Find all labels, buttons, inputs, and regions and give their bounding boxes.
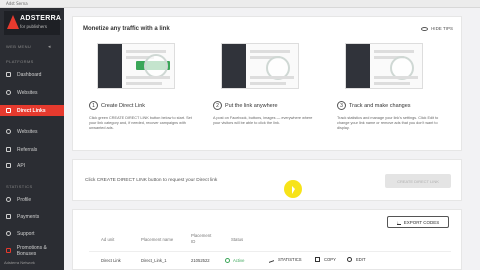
sidebar-item-label: Dashboard [17, 71, 42, 78]
sidebar-item-support[interactable]: Support [0, 228, 64, 239]
column-header-placement-id[interactable]: Placement ID [191, 233, 213, 244]
sidebar-item-label: Direct Links [17, 107, 46, 114]
tip-step-3: 3 Track and make changes Track statistic… [337, 43, 449, 131]
step-description: Track statistics and manage your link's … [337, 116, 439, 130]
sidebar-item-websites[interactable]: Websites [0, 87, 64, 98]
sidebar-section-label: WEB MENU [6, 44, 32, 49]
users-icon [6, 147, 11, 152]
sidebar-item-promotions[interactable]: Promotions & Bonuses [0, 244, 64, 257]
sidebar: ADSTERRA for publishers WEB MENU ◂ PLATF… [0, 8, 64, 270]
eye-off-icon [421, 26, 429, 31]
mouse-cursor-icon [292, 186, 295, 194]
table-divider [89, 251, 451, 252]
sidebar-item-websites-2[interactable]: Websites [0, 126, 64, 137]
dashboard-icon [6, 72, 11, 77]
sidebar-item-label: Profile [17, 196, 32, 203]
sidebar-item-payments[interactable]: Payments [0, 211, 64, 222]
direct-links-table-card: ↓ EXPORT CODES Ad unit Placement name Pl… [72, 209, 462, 270]
gift-icon [6, 248, 11, 253]
copy-button[interactable]: COPY [315, 257, 336, 262]
sidebar-item-label: Referrals [17, 146, 38, 153]
step-3-illustration [345, 43, 423, 89]
step-description: Click green CREATE DIRECT LINK button be… [89, 116, 192, 130]
status-badge: Active [225, 258, 244, 263]
step-1-illustration [97, 43, 175, 89]
sidebar-item-label: Payments [17, 213, 40, 220]
wallet-icon [6, 214, 11, 219]
browser-tab-strip: Adst Serna [0, 0, 480, 8]
tip-step-2: 2 Put the link anywhere A post on Facebo… [213, 43, 325, 126]
sidebar-section-label: STATISTICS [6, 184, 33, 189]
export-codes-button[interactable]: ↓ EXPORT CODES [387, 216, 449, 228]
code-icon [6, 163, 11, 168]
download-icon: ↓ [396, 219, 401, 225]
step-number-badge: 2 [213, 101, 222, 110]
create-direct-link-button[interactable]: CREATE DIRECT LINK [385, 174, 451, 188]
help-icon [6, 231, 11, 236]
sidebar-item-referrals[interactable]: Referrals [0, 144, 64, 155]
collapse-menu-icon[interactable]: ◂ [48, 44, 51, 50]
hide-tips-label: HIDE TIPS [431, 26, 453, 31]
sidebar-item-label: API [17, 162, 26, 169]
browser-tab[interactable]: Adst Serna [2, 1, 32, 7]
cell-placement-id: 21052522 [191, 258, 210, 263]
step-description: A post on Facebook, buttons, images — ev… [213, 116, 313, 125]
step-heading: Put the link anywhere [225, 102, 278, 109]
edit-label: EDIT [356, 257, 366, 262]
sidebar-item-label: Promotions & Bonuses [16, 244, 47, 257]
tip-step-1: 1 Create Direct Link Click green CREATE … [89, 43, 201, 131]
create-link-hint: Click CREATE DIRECT LINK button to reque… [85, 178, 218, 183]
sidebar-section-label: PLATFORMS [6, 59, 34, 64]
step-number-badge: 3 [337, 101, 346, 110]
tips-title: Monetize any traffic with a link [83, 26, 170, 32]
tips-card: Monetize any traffic with a link HIDE TI… [72, 16, 462, 151]
sidebar-item-label: Websites [17, 89, 38, 96]
statistics-button[interactable]: STATISTICS [269, 256, 302, 263]
sidebar-item-profile[interactable]: Profile [0, 194, 64, 205]
column-header-placement-name[interactable]: Placement name [141, 237, 173, 243]
sidebar-item-label: Support [17, 230, 35, 237]
globe-icon [6, 129, 11, 134]
brand-logo[interactable]: ADSTERRA for publishers [4, 11, 62, 35]
column-header-ad-unit[interactable]: Ad unit [101, 237, 114, 243]
globe-icon [6, 90, 11, 95]
step-heading: Track and make changes [349, 102, 411, 109]
hide-tips-button[interactable]: HIDE TIPS [421, 26, 453, 31]
copy-icon [315, 257, 320, 262]
sidebar-footer: Adsterra Network [4, 260, 35, 265]
export-codes-label: EXPORT CODES [403, 219, 440, 225]
statistics-label: STATISTICS [278, 257, 302, 262]
step-number-badge: 1 [89, 101, 98, 110]
copy-label: COPY [324, 257, 336, 262]
cell-placement-name: Direct_Link_1 [141, 258, 167, 263]
brand-name: ADSTERRA [20, 15, 62, 22]
edit-button[interactable]: EDIT [347, 257, 366, 262]
cell-ad-unit: Direct Link [101, 258, 121, 263]
sidebar-item-api[interactable]: API [0, 160, 64, 171]
user-icon [6, 197, 11, 202]
step-2-illustration [221, 43, 299, 89]
chart-icon [269, 256, 274, 263]
sidebar-item-direct-links[interactable]: Direct Links [0, 105, 64, 116]
sidebar-item-dashboard[interactable]: Dashboard [0, 69, 64, 80]
sidebar-item-label: Websites [17, 128, 38, 135]
gear-icon [347, 257, 352, 262]
active-status-icon [225, 258, 230, 263]
status-text: Active [233, 258, 245, 263]
brand-subtitle: for publishers [20, 24, 48, 29]
column-header-status[interactable]: Status [231, 237, 243, 243]
adsterra-logo-icon [7, 15, 19, 29]
link-icon [6, 108, 11, 113]
create-link-card: Click CREATE DIRECT LINK button to reque… [72, 159, 462, 201]
step-heading: Create Direct Link [101, 102, 146, 109]
